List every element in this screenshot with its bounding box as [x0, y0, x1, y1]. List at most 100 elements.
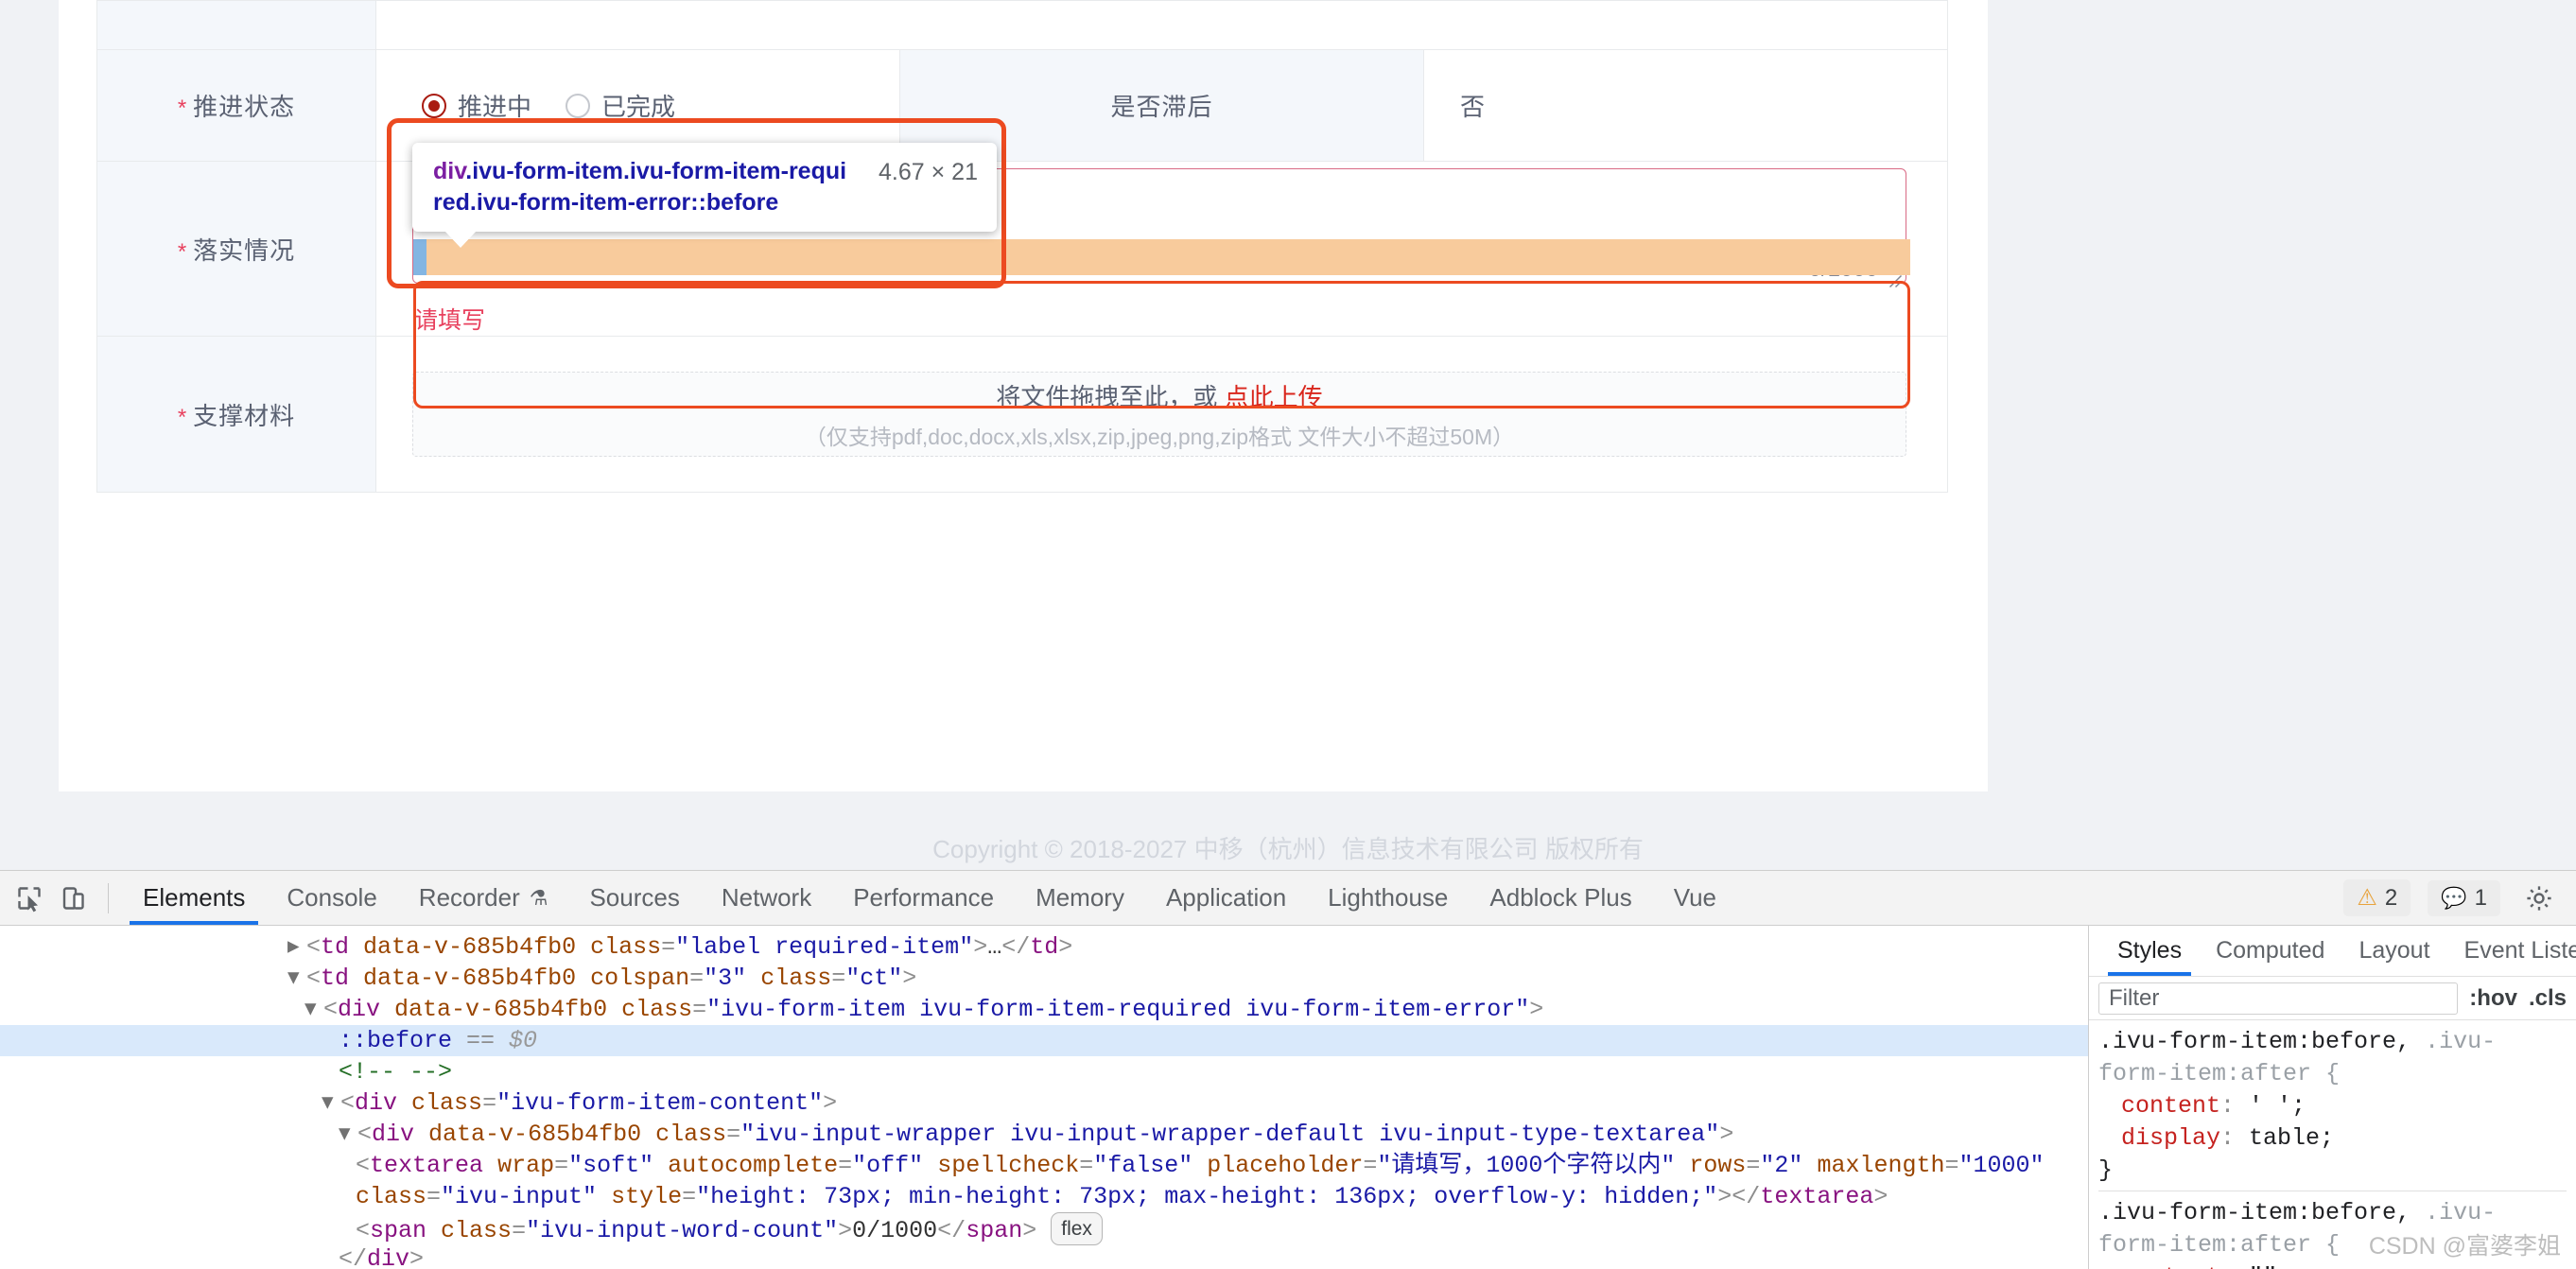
- upload-prompt-text: 将文件拖拽至此，或: [996, 382, 1225, 411]
- collapse-triangle-icon[interactable]: ▾: [287, 963, 306, 994]
- radio-dot-icon: [566, 93, 591, 118]
- style-rule-selector[interactable]: .ivu-form-item:before, .ivu-form-item:af…: [2098, 1026, 2567, 1090]
- toggle-hover-state[interactable]: :hov: [2469, 985, 2517, 1012]
- token: td: [1030, 933, 1059, 961]
- css-property[interactable]: display: [2098, 1124, 2220, 1152]
- warning-icon: ⚠: [2357, 885, 2377, 911]
- radio-group-progress-status[interactable]: 推进中 已完成: [412, 88, 899, 123]
- tab-lighthouse[interactable]: Lighthouse: [1307, 871, 1469, 925]
- device-toolbar-icon[interactable]: [51, 877, 95, 920]
- dom-line-comment[interactable]: <!-- -->: [0, 1056, 2088, 1087]
- token: "ivu-input-word-count": [526, 1217, 839, 1244]
- token: "ivu-form-item-content": [496, 1089, 824, 1117]
- upload-link[interactable]: 点此上传: [1225, 383, 1323, 411]
- token: 0/1000: [852, 1217, 938, 1244]
- token: span: [966, 1217, 1023, 1244]
- token: style: [611, 1183, 683, 1210]
- token: td: [321, 965, 350, 992]
- toggle-class-editor[interactable]: .cls: [2529, 985, 2567, 1012]
- radio-label: 已完成: [601, 93, 676, 121]
- table-row-upload: * 支撑材料 将文件拖拽至此，或 点此上传 （仅支持pdf,doc,docx,xl…: [96, 336, 1948, 493]
- tab-label: Adblock Plus: [1489, 883, 1632, 912]
- token: >: [838, 1217, 853, 1244]
- value-is-delayed: 否: [1423, 49, 1948, 162]
- token: data-v-685b4fb0: [363, 933, 577, 961]
- tab-sources[interactable]: Sources: [568, 871, 700, 925]
- style-rule[interactable]: .ivu-form-item:before, .ivu-form-item:af…: [2098, 1026, 2567, 1191]
- inspector-before-element-box: [413, 239, 426, 275]
- dom-line[interactable]: ▾ <td data-v-685b4fb0 colspan="3" class="…: [0, 963, 2088, 994]
- collapse-triangle-icon[interactable]: ▾: [339, 1119, 357, 1150]
- validation-error-message: 请填写: [414, 306, 486, 334]
- radio-option-in-progress[interactable]: 推进中: [422, 88, 531, 123]
- style-declaration[interactable]: content: ' ';: [2098, 1090, 2567, 1122]
- dom-line[interactable]: ▾ <div class="ivu-form-item-content">: [0, 1087, 2088, 1119]
- token: >: [823, 1089, 838, 1117]
- devtools-toolbar: Elements Console Recorder ⚗ Sources Netwo…: [0, 871, 2576, 926]
- warnings-badge[interactable]: ⚠ 2: [2343, 879, 2411, 916]
- tab-application[interactable]: Application: [1145, 871, 1307, 925]
- tab-label: Elements: [143, 883, 246, 912]
- inspect-element-icon[interactable]: [8, 877, 51, 920]
- tab-computed[interactable]: Computed: [2201, 926, 2340, 976]
- token: class: [655, 1121, 727, 1148]
- settings-gear-icon[interactable]: [2517, 877, 2561, 920]
- dom-line[interactable]: ▸ <td data-v-685b4fb0 class="label requir…: [0, 931, 2088, 963]
- css-value[interactable]: ' ';: [2249, 1092, 2306, 1120]
- dom-tree-pane[interactable]: ▸ <td data-v-685b4fb0 class="label requir…: [0, 926, 2088, 1269]
- css-property[interactable]: content: [2098, 1092, 2220, 1120]
- tab-label: Layout: [2358, 937, 2430, 964]
- selected-ref-token: $0: [509, 1027, 538, 1054]
- flex-badge[interactable]: flex: [1051, 1212, 1103, 1245]
- required-asterisk: *: [177, 404, 188, 430]
- styles-filter-input[interactable]: [2098, 982, 2459, 1015]
- tab-recorder[interactable]: Recorder ⚗: [398, 871, 569, 925]
- dom-line[interactable]: <textarea wrap="soft" autocomplete="off"…: [0, 1150, 2088, 1181]
- tab-styles[interactable]: Styles: [2102, 926, 2197, 976]
- pseudo-element-token: ::before: [339, 1027, 453, 1054]
- tab-event-listeners[interactable]: Event Listeners: [2449, 926, 2576, 976]
- form-card: * 推进状态 推进中 已完成 是否滞后 否 * 落实情况 请填写，1000个字符…: [59, 0, 1988, 791]
- style-declaration[interactable]: display: table;: [2098, 1122, 2567, 1155]
- dom-line[interactable]: </div>: [0, 1243, 2088, 1269]
- tab-elements[interactable]: Elements: [122, 871, 266, 925]
- dom-line[interactable]: class="ivu-input" style="height: 73px; m…: [0, 1181, 2088, 1212]
- label-text: 支撑材料: [193, 401, 296, 430]
- inspector-margin-band: [413, 239, 1910, 275]
- dom-line[interactable]: ▾ <div data-v-685b4fb0 class="ivu-input-w…: [0, 1119, 2088, 1150]
- radio-option-completed[interactable]: 已完成: [566, 88, 675, 123]
- tab-adblock-plus[interactable]: Adblock Plus: [1469, 871, 1652, 925]
- tab-console[interactable]: Console: [266, 871, 397, 925]
- token: class: [621, 996, 693, 1023]
- token: <: [306, 965, 322, 992]
- css-value[interactable]: table;: [2249, 1124, 2334, 1152]
- tab-performance[interactable]: Performance: [832, 871, 1015, 925]
- dom-line[interactable]: <span class="ivu-input-word-count">0/100…: [0, 1212, 2088, 1245]
- messages-badge[interactable]: 💬 1: [2428, 879, 2500, 916]
- token: textarea: [1760, 1183, 1874, 1210]
- style-declaration[interactable]: content: "";: [2098, 1261, 2567, 1269]
- token: class: [760, 965, 832, 992]
- tab-label: Lighthouse: [1328, 883, 1449, 912]
- inspector-tooltip-dimensions: 4.67 × 21: [879, 159, 978, 185]
- css-property[interactable]: content: [2098, 1263, 2220, 1269]
- collapse-triangle-icon[interactable]: ▾: [322, 1087, 340, 1119]
- expand-triangle-icon[interactable]: ▸: [287, 931, 306, 963]
- dom-line-selected[interactable]: ::before == $0: [0, 1025, 2088, 1056]
- tab-network[interactable]: Network: [701, 871, 832, 925]
- token: class: [411, 1089, 483, 1117]
- radio-dot-icon: [422, 93, 446, 118]
- css-value[interactable]: "";: [2249, 1263, 2291, 1269]
- token: >: [1719, 1121, 1734, 1148]
- inspector-tooltip-selector: div.ivu-form-item.ivu-form-item-required…: [433, 156, 854, 218]
- dom-line[interactable]: ▾ <div data-v-685b4fb0 class="ivu-form-it…: [0, 994, 2088, 1025]
- selector-active: .ivu-form-item:before,: [2098, 1028, 2411, 1055]
- token: "ivu-form-item ivu-form-item-required iv…: [706, 996, 1530, 1023]
- token: td: [321, 933, 350, 961]
- tab-layout[interactable]: Layout: [2343, 926, 2445, 976]
- file-upload-dropzone[interactable]: 将文件拖拽至此，或 点此上传 （仅支持pdf,doc,docx,xls,xlsx…: [412, 372, 1906, 457]
- tab-memory[interactable]: Memory: [1015, 871, 1145, 925]
- collapse-triangle-icon[interactable]: ▾: [305, 994, 323, 1025]
- token: ==: [452, 1027, 510, 1054]
- tab-vue[interactable]: Vue: [1653, 871, 1737, 925]
